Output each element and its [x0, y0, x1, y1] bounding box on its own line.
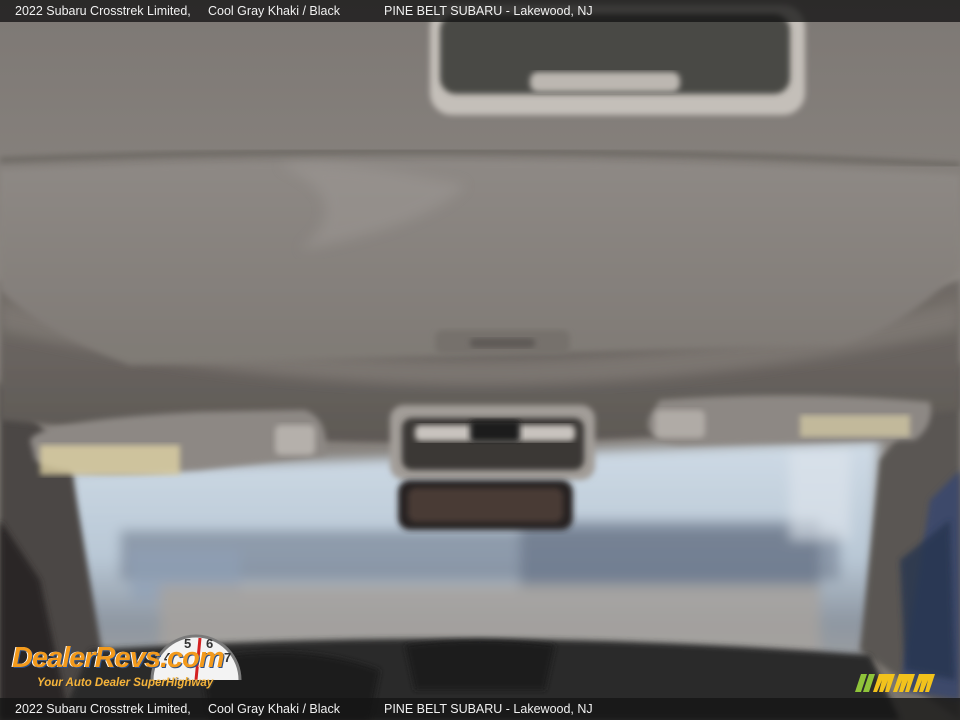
interior-photo	[0, 0, 960, 720]
watermark-brand: DealerRevs.com	[12, 642, 225, 674]
caption-vehicle: 2022 Subaru Crosstrek Limited,	[15, 702, 191, 716]
mmm-logo-icon	[855, 674, 935, 692]
photo-stage: 2022 Subaru Crosstrek Limited, Cool Gray…	[0, 0, 960, 720]
caption-bar-bottom: 2022 Subaru Crosstrek Limited, Cool Gray…	[0, 698, 960, 720]
dealerrevs-watermark: 4 5 6 7 DealerRevs.com Your Auto Dealer …	[10, 624, 265, 694]
caption-color: Cool Gray Khaki / Black	[208, 702, 340, 716]
watermark-tagline: Your Auto Dealer SuperHighway	[37, 677, 214, 689]
caption-dealer: PINE BELT SUBARU - Lakewood, NJ	[384, 4, 593, 18]
caption-color: Cool Gray Khaki / Black	[208, 4, 340, 18]
caption-vehicle: 2022 Subaru Crosstrek Limited,	[15, 4, 191, 18]
caption-bar-top: 2022 Subaru Crosstrek Limited, Cool Gray…	[0, 0, 960, 22]
caption-dealer: PINE BELT SUBARU - Lakewood, NJ	[384, 702, 593, 716]
gauge-digit: 7	[224, 650, 231, 665]
